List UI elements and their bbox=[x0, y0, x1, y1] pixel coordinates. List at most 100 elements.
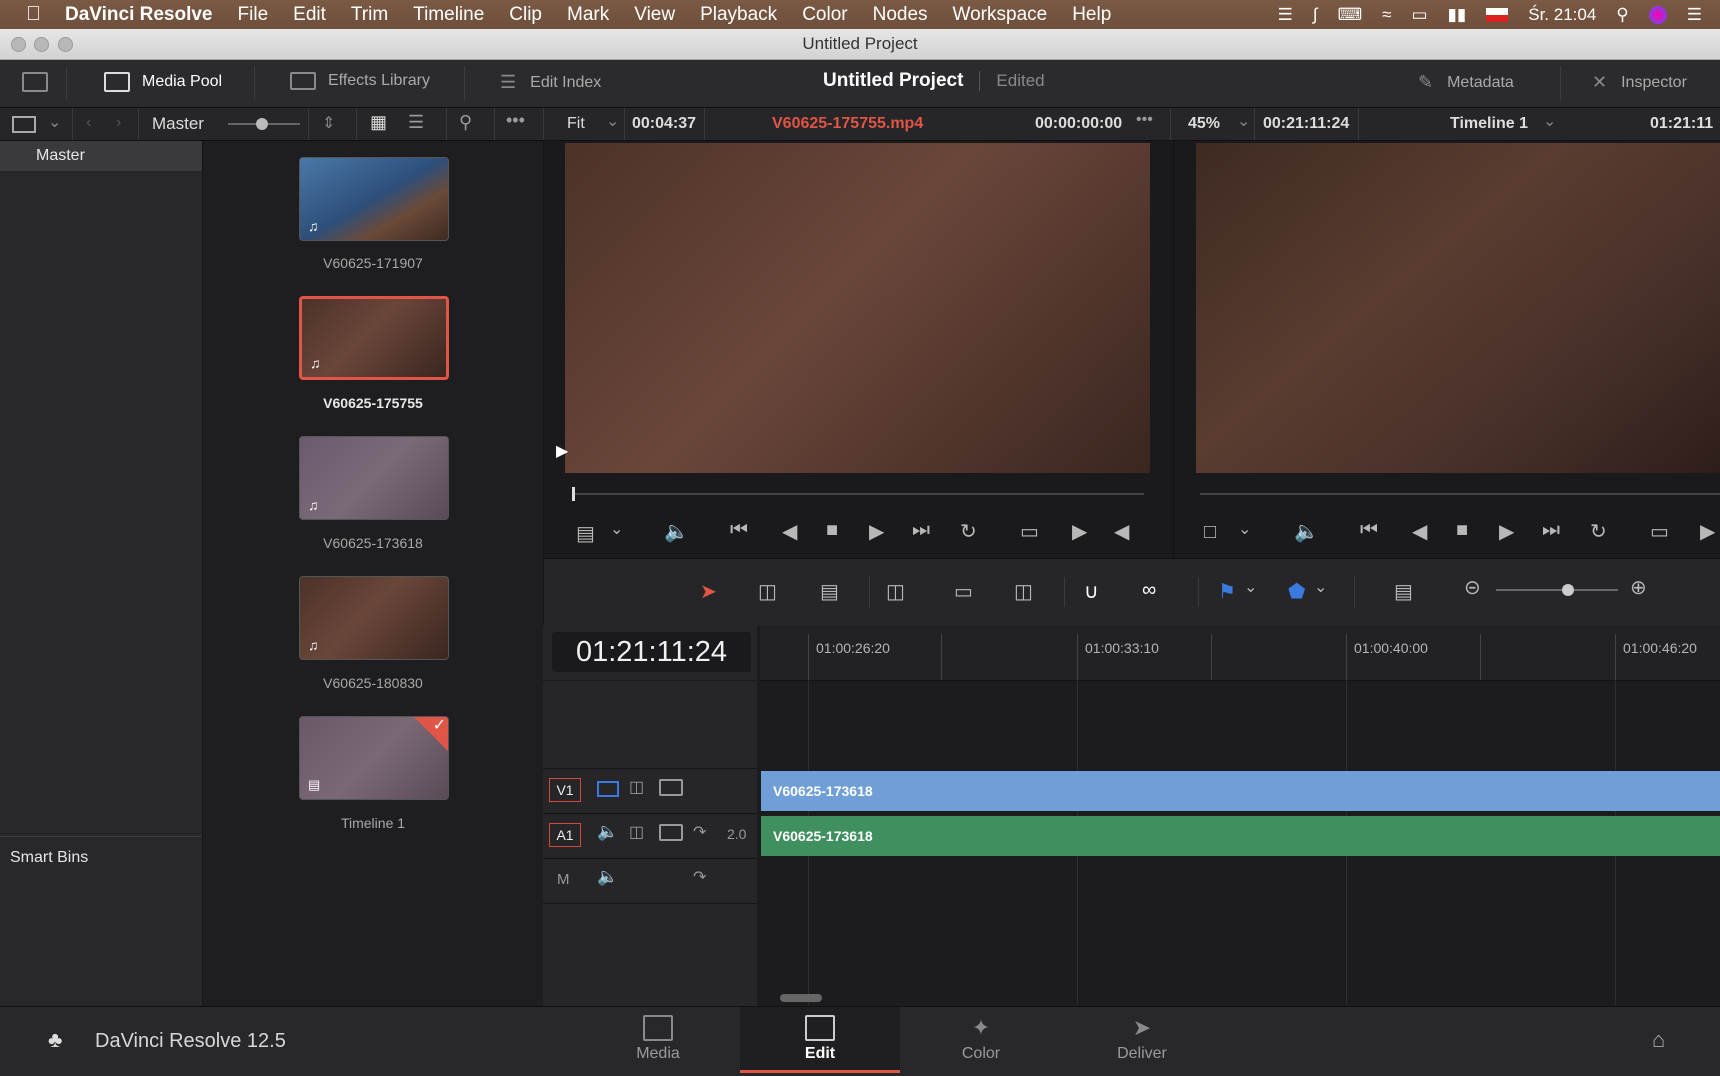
forward-arrow-icon[interactable]: › bbox=[116, 114, 121, 132]
play-icon[interactable]: ▶ bbox=[1499, 519, 1514, 544]
thumbnail-size-slider[interactable] bbox=[228, 118, 300, 130]
menu-view[interactable]: View bbox=[634, 4, 675, 26]
flag-icon[interactable]: ⚑ bbox=[1218, 579, 1236, 604]
source-scrubber[interactable] bbox=[572, 487, 1144, 501]
search-icon[interactable]: ⚲ bbox=[459, 112, 472, 133]
blade-tool-icon[interactable]: ▤ bbox=[820, 579, 839, 604]
menu-app-name[interactable]: DaVinci Resolve bbox=[65, 4, 213, 26]
zoom-out-icon[interactable]: ⊝ bbox=[1464, 575, 1481, 600]
menu-trim[interactable]: Trim bbox=[351, 4, 388, 26]
volume-icon[interactable]: 🔈 bbox=[1294, 519, 1319, 544]
source-more-icon[interactable]: ••• bbox=[1136, 111, 1153, 129]
spotlight-search-icon[interactable]: ⚲ bbox=[1616, 5, 1628, 25]
jump-to-end-icon[interactable]: ⏭ bbox=[912, 519, 930, 542]
lock-icon[interactable]: ◫ bbox=[629, 777, 644, 797]
page-edit[interactable]: Edit bbox=[740, 1007, 900, 1073]
list-status-icon[interactable]: ☰ bbox=[1278, 5, 1293, 25]
wifi-icon[interactable]: ≈ bbox=[1382, 5, 1391, 25]
page-color[interactable]: ✦ Color bbox=[901, 1007, 1061, 1070]
chevron-down-icon[interactable]: ⌄ bbox=[1238, 519, 1251, 539]
chevron-down-icon[interactable]: ⌄ bbox=[1543, 111, 1556, 131]
mark-out-icon[interactable]: ▶ bbox=[1700, 519, 1715, 544]
viewer-mode-icon[interactable]: ▤ bbox=[576, 521, 595, 546]
linked-selection-icon[interactable]: ∞ bbox=[1142, 579, 1156, 602]
bluetooth-icon[interactable]: ∫ bbox=[1313, 5, 1318, 25]
track-v1-badge[interactable]: V1 bbox=[549, 778, 581, 802]
grid-view-icon[interactable]: ▦ bbox=[370, 112, 387, 133]
jump-to-start-icon[interactable]: ⏮ bbox=[730, 519, 748, 542]
flag-icon[interactable] bbox=[1486, 7, 1509, 22]
trim-tool-icon[interactable]: ◫ bbox=[758, 579, 777, 604]
menu-playback[interactable]: Playback bbox=[700, 4, 777, 26]
marker-icon[interactable]: ⬟ bbox=[1288, 579, 1305, 604]
insert-clip-icon[interactable]: ◫ bbox=[886, 579, 905, 604]
chevron-down-icon[interactable]: ⌄ bbox=[48, 112, 61, 132]
media-pool-item[interactable]: ♫ bbox=[299, 576, 449, 660]
menu-edit[interactable]: Edit bbox=[293, 4, 326, 26]
video-clip[interactable]: V60625-173618 bbox=[761, 771, 1720, 811]
audio-clip[interactable]: V60625-173618 bbox=[761, 816, 1720, 856]
more-options-icon[interactable]: ••• bbox=[506, 110, 525, 131]
media-pool-item[interactable]: ♫ bbox=[299, 436, 449, 520]
siri-icon[interactable] bbox=[1648, 5, 1667, 24]
inspector-tab[interactable]: ✕ Inspector bbox=[1592, 72, 1687, 93]
play-reverse-icon[interactable]: ◀ bbox=[1412, 519, 1427, 544]
match-frame-icon[interactable]: ▭ bbox=[1650, 519, 1669, 544]
selection-tool-icon[interactable]: ➤ bbox=[700, 579, 717, 604]
chevron-down-icon[interactable]: ⌄ bbox=[606, 111, 619, 131]
timeline-video-frame[interactable] bbox=[1196, 143, 1720, 473]
notification-center-icon[interactable]: ☰ bbox=[1687, 5, 1702, 25]
media-pool-item-selected[interactable]: ♫ bbox=[299, 296, 449, 380]
home-icon[interactable]: ⌂ bbox=[1652, 1027, 1665, 1053]
zoom-window-button[interactable] bbox=[58, 37, 73, 52]
apple-icon[interactable]:  bbox=[26, 3, 41, 26]
speaker-icon[interactable]: 🔈 bbox=[597, 822, 618, 842]
viewer-mode-icon[interactable]: □ bbox=[1204, 521, 1216, 544]
track-a1-badge[interactable]: A1 bbox=[549, 823, 581, 847]
keyframe-curve-icon[interactable]: ↷ bbox=[693, 867, 706, 887]
jump-to-end-icon[interactable]: ⏭ bbox=[1542, 519, 1560, 542]
auto-select-icon[interactable] bbox=[659, 779, 683, 796]
media-pool-item[interactable]: ▤ ✓ bbox=[299, 716, 449, 800]
clock-text[interactable]: Śr. 21:04 bbox=[1528, 5, 1596, 25]
lock-icon[interactable]: ◫ bbox=[629, 822, 644, 842]
match-frame-icon[interactable]: ▭ bbox=[1020, 519, 1039, 544]
stop-icon[interactable]: ■ bbox=[1456, 519, 1468, 542]
chevron-down-icon[interactable]: ⌄ bbox=[610, 519, 623, 539]
speaker-icon[interactable]: 🔈 bbox=[597, 867, 618, 887]
mark-out-icon[interactable]: ▶ bbox=[1072, 519, 1087, 544]
list-view-icon[interactable]: ☰ bbox=[408, 112, 424, 133]
menu-file[interactable]: File bbox=[238, 4, 269, 26]
timeline-zoom-select[interactable]: 45% bbox=[1188, 115, 1220, 133]
keyboard-icon[interactable]: ⌨ bbox=[1338, 5, 1363, 25]
snapping-icon[interactable]: ∪ bbox=[1084, 579, 1099, 604]
chevron-down-icon[interactable]: ⌄ bbox=[1244, 577, 1257, 597]
auto-select-icon[interactable] bbox=[659, 824, 683, 841]
menu-nodes[interactable]: Nodes bbox=[873, 4, 928, 26]
chevron-down-icon[interactable]: ⌄ bbox=[1237, 111, 1250, 131]
effects-library-tab[interactable]: Effects Library bbox=[290, 72, 430, 90]
volume-icon[interactable]: 🔈 bbox=[664, 519, 689, 544]
source-video-frame[interactable] bbox=[565, 143, 1150, 473]
timeline-name-select[interactable]: Timeline 1 bbox=[1450, 115, 1528, 133]
keyframe-curve-icon[interactable]: ↷ bbox=[693, 822, 706, 842]
menu-timeline[interactable]: Timeline bbox=[413, 4, 484, 26]
edit-index-tab[interactable]: ☰ Edit Index bbox=[500, 72, 601, 93]
stop-icon[interactable]: ■ bbox=[826, 519, 838, 542]
play-icon[interactable]: ▶ bbox=[869, 519, 884, 544]
menu-mark[interactable]: Mark bbox=[567, 4, 609, 26]
media-pool-tab[interactable]: Media Pool bbox=[104, 72, 222, 92]
minimize-window-button[interactable] bbox=[34, 37, 49, 52]
timeline-view-options-icon[interactable]: ▤ bbox=[1394, 579, 1413, 604]
back-arrow-icon[interactable]: ‹ bbox=[86, 114, 91, 132]
source-zoom-select[interactable]: Fit bbox=[567, 115, 585, 133]
video-track-icon[interactable] bbox=[597, 781, 619, 797]
zoom-in-icon[interactable]: ⊕ bbox=[1630, 575, 1647, 600]
sidebar-toggle-icon[interactable] bbox=[12, 116, 36, 133]
timeline-zoom-slider[interactable] bbox=[1496, 584, 1618, 596]
metadata-tab[interactable]: ✎ Metadata bbox=[1418, 72, 1514, 93]
page-media[interactable]: Media bbox=[578, 1007, 738, 1070]
menu-color[interactable]: Color bbox=[802, 4, 847, 26]
loop-icon[interactable]: ↻ bbox=[1590, 519, 1607, 544]
loop-icon[interactable]: ↻ bbox=[960, 519, 977, 544]
